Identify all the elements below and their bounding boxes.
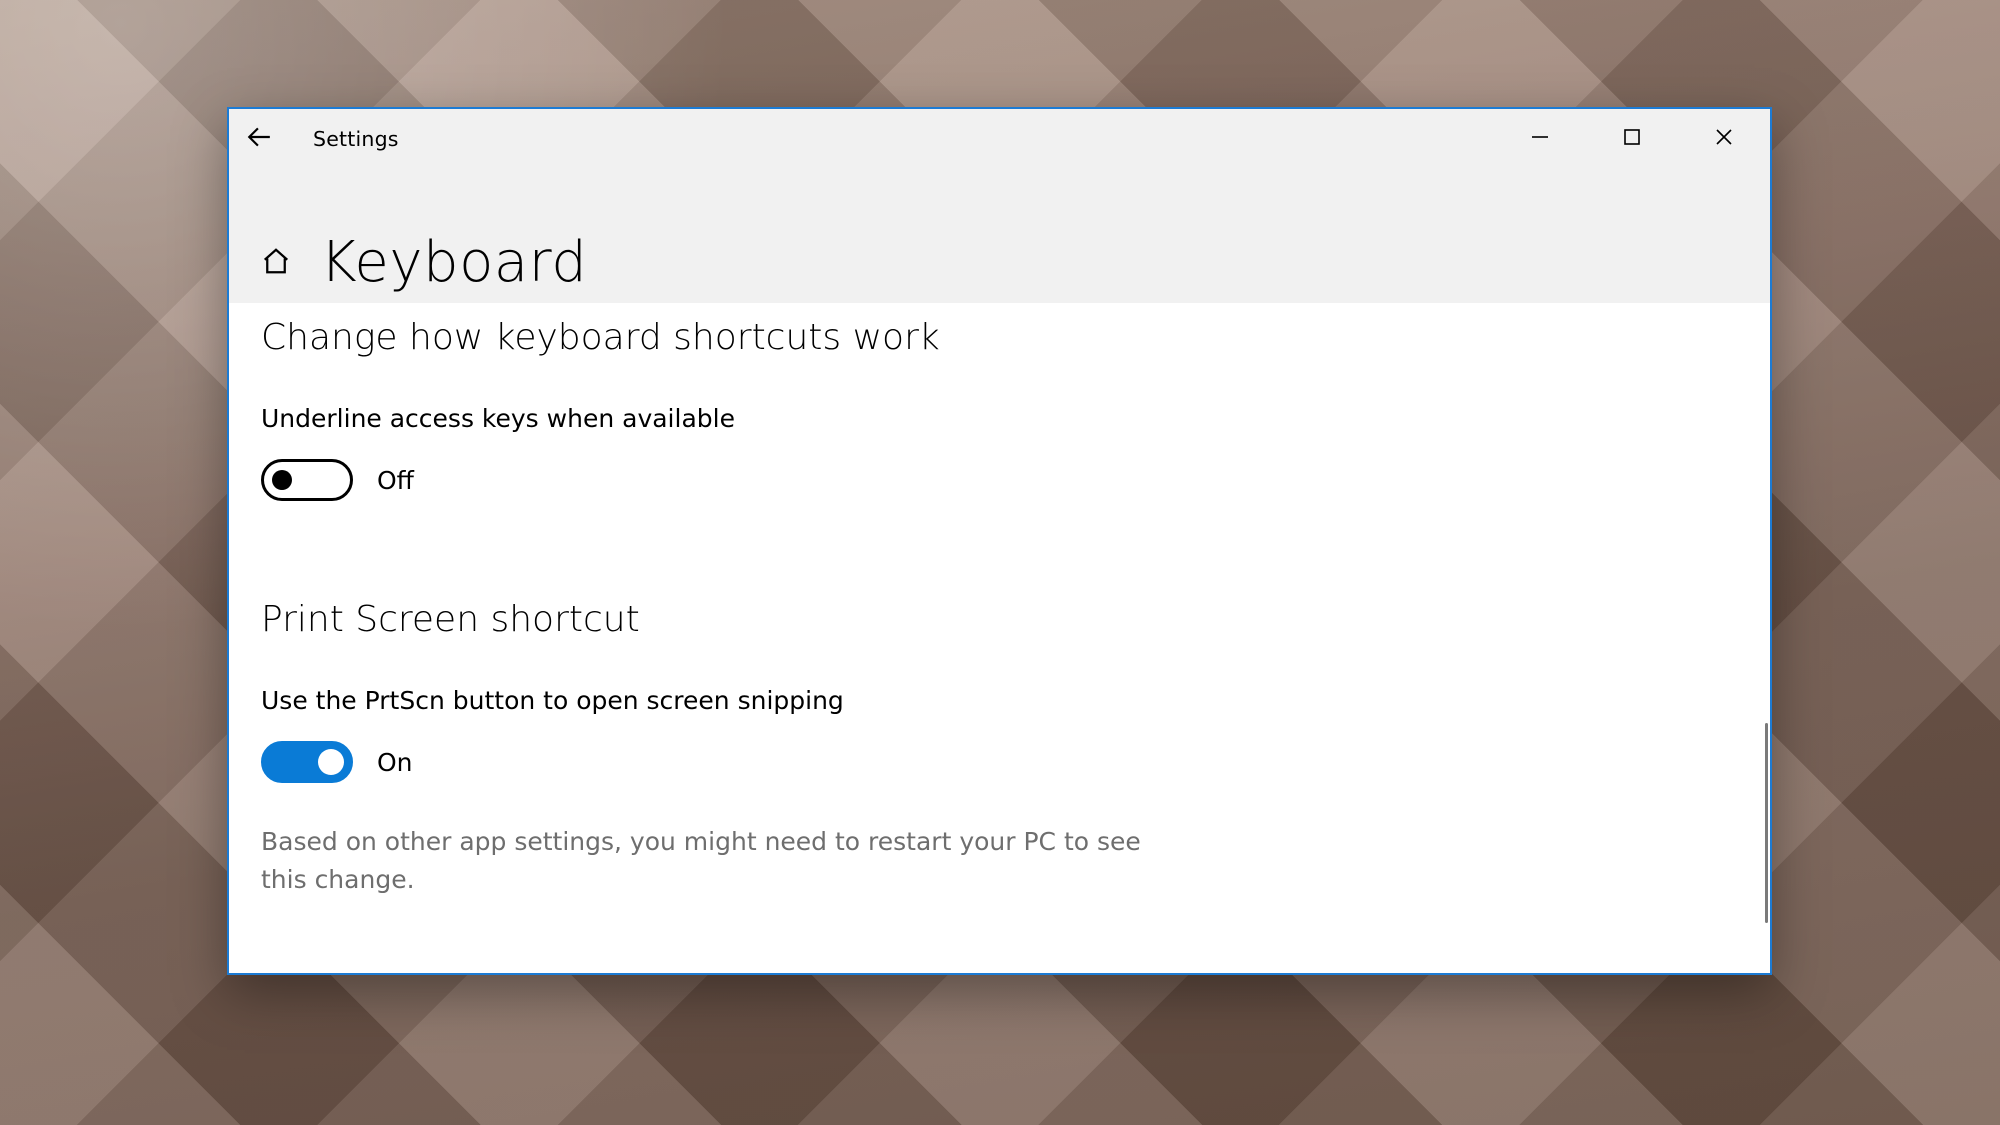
section-heading-print-screen: Print Screen shortcut <box>261 599 1738 640</box>
toggle-row-underline-access-keys: Off <box>261 459 1738 501</box>
toggle-knob <box>272 470 292 490</box>
option-label-underline-access-keys: Underline access keys when available <box>261 404 1738 433</box>
close-icon <box>1715 128 1733 150</box>
minimize-button[interactable] <box>1494 109 1586 169</box>
page-title: Keyboard <box>320 230 587 295</box>
toggle-state-underline-access-keys: Off <box>377 466 414 495</box>
maximize-icon <box>1623 128 1641 150</box>
toggle-prtscn-snipping[interactable] <box>261 741 353 783</box>
toggle-state-prtscn-snipping: On <box>377 748 413 777</box>
back-arrow-icon <box>246 124 272 154</box>
minimize-icon <box>1531 128 1549 150</box>
content-area: Change how keyboard shortcuts work Under… <box>229 303 1770 973</box>
home-icon[interactable] <box>261 246 291 280</box>
toggle-row-prtscn-snipping: On <box>261 741 1738 783</box>
settings-window: Settings Keyboard <box>227 107 1772 975</box>
restart-note: Based on other app settings, you might n… <box>261 823 1191 898</box>
close-button[interactable] <box>1678 109 1770 169</box>
vertical-scrollbar[interactable] <box>1765 723 1768 923</box>
window-header: Settings Keyboard <box>229 109 1770 303</box>
option-label-prtscn-snipping: Use the PrtScn button to open screen sni… <box>261 686 1738 715</box>
page-heading-row: Keyboard <box>261 230 1738 295</box>
back-button[interactable] <box>229 109 289 169</box>
section-heading-shortcuts: Change how keyboard shortcuts work <box>261 317 1738 358</box>
app-title: Settings <box>313 127 399 151</box>
toggle-underline-access-keys[interactable] <box>261 459 353 501</box>
toggle-knob <box>318 749 344 775</box>
maximize-button[interactable] <box>1586 109 1678 169</box>
window-caption-buttons <box>1494 109 1770 169</box>
